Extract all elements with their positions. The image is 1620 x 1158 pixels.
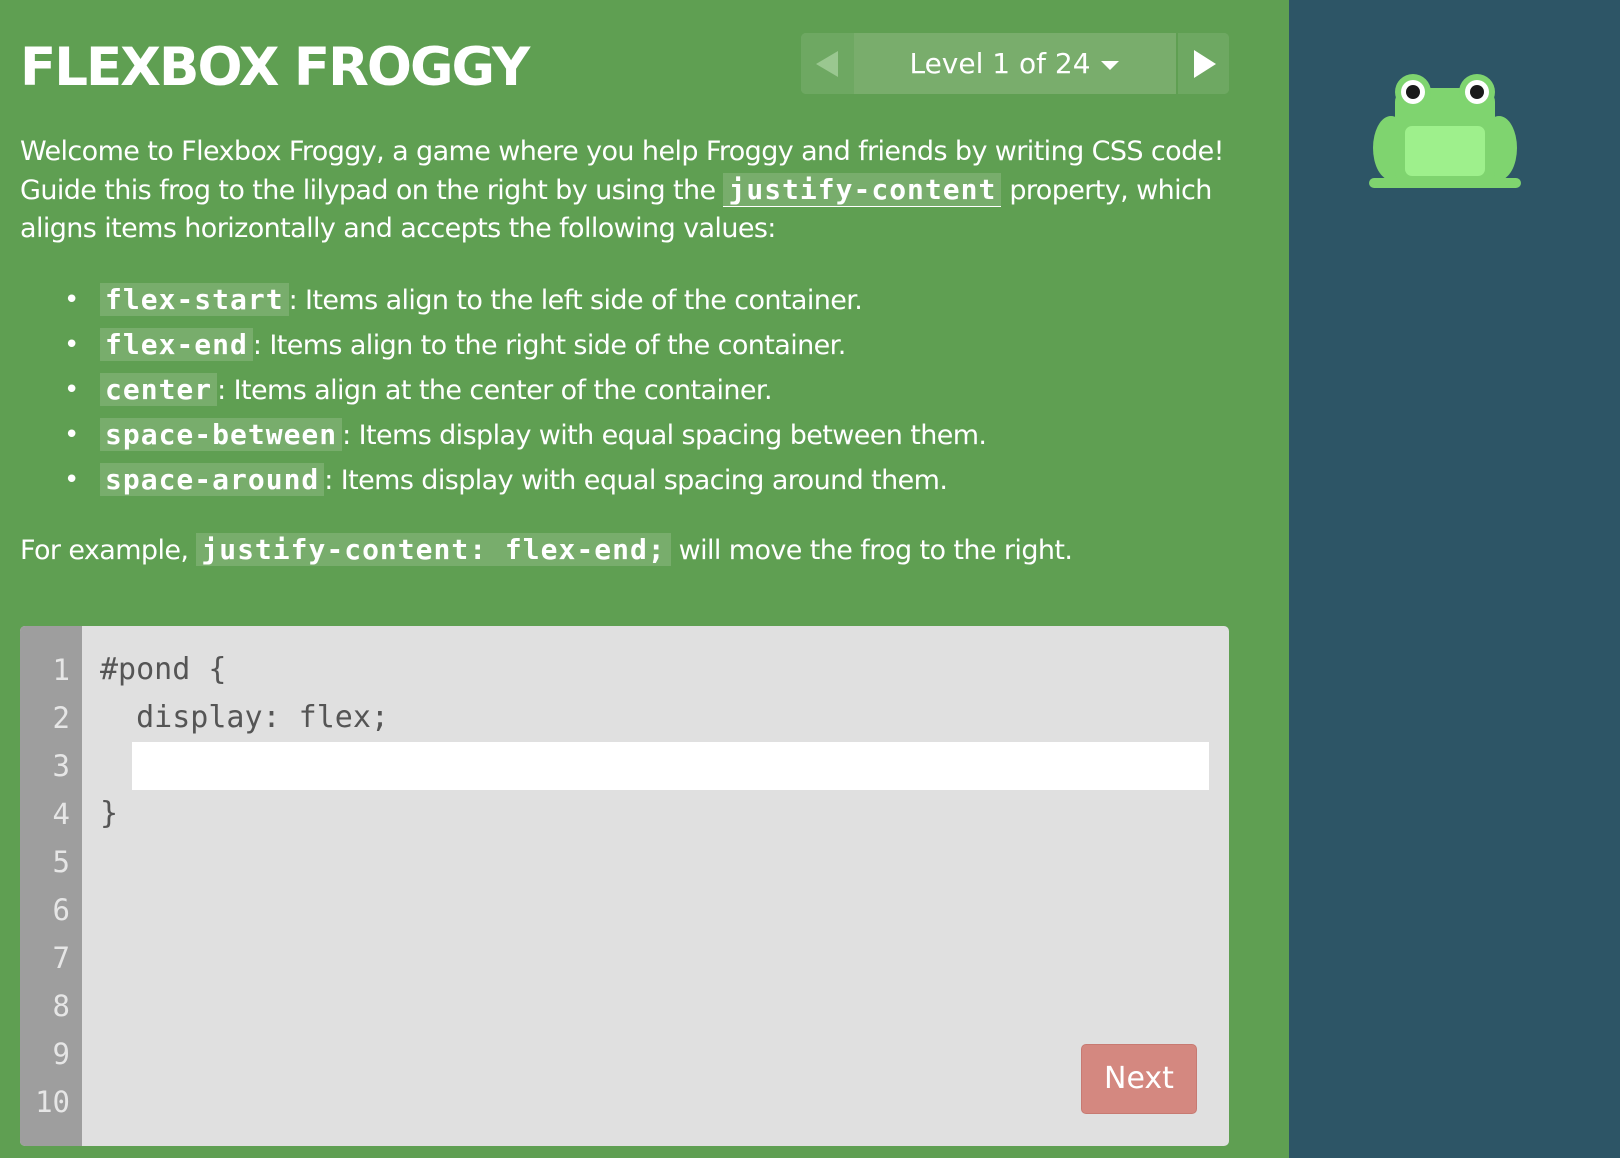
caret-down-icon	[1100, 60, 1119, 70]
triangle-left-icon	[816, 51, 838, 77]
game-title: FLEXBOX FROGGY	[20, 37, 530, 98]
level-navigation: Level 1 of 24	[801, 33, 1229, 94]
line-number: 1	[52, 653, 70, 687]
list-item: • flex-end: Items align to the right side…	[64, 328, 846, 361]
value-name: flex-end	[100, 328, 253, 361]
value-description: : Items display with equal spacing betwe…	[342, 420, 987, 451]
code-line-close-brace: }	[100, 796, 119, 831]
css-editor: 1 2 3 4 5 6 7 8 9 10 #pond { display: fl…	[20, 626, 1229, 1146]
line-number: 3	[52, 749, 70, 783]
value-name: space-around	[100, 463, 325, 496]
next-level-button[interactable]	[1176, 33, 1229, 94]
value-description: : Items align to the left side of the co…	[288, 285, 863, 316]
css-code-input[interactable]	[132, 742, 1209, 790]
value-name: center	[100, 373, 218, 406]
frog-belly	[1405, 126, 1485, 176]
instructions: Welcome to Flexbox Froggy, a game where …	[20, 133, 1250, 570]
line-number: 8	[52, 989, 70, 1023]
next-button[interactable]: Next	[1081, 1044, 1197, 1114]
line-number: 7	[52, 941, 70, 975]
property-link[interactable]: justify-content	[723, 173, 1002, 207]
line-number: 10	[35, 1085, 70, 1119]
value-description: : Items align at the center of the conta…	[217, 375, 772, 406]
value-description: : Items align to the right side of the c…	[252, 330, 846, 361]
example-prefix: For example,	[20, 535, 189, 566]
previous-level-button[interactable]	[801, 33, 854, 94]
example-suffix: will move the frog to the right.	[678, 535, 1073, 566]
list-item: • center: Items align at the center of th…	[64, 373, 773, 406]
line-number: 2	[52, 701, 70, 735]
level-dropdown[interactable]: Level 1 of 24	[854, 33, 1174, 94]
line-number: 4	[52, 797, 70, 831]
line-number-gutter: 1 2 3 4 5 6 7 8 9 10	[20, 626, 82, 1146]
value-description: : Items display with equal spacing aroun…	[324, 465, 948, 496]
level-label: Level 1 of 24	[909, 47, 1091, 80]
list-item: • space-between: Items display with equal…	[64, 418, 987, 451]
value-name: flex-start	[100, 283, 289, 316]
intro-paragraph: Welcome to Flexbox Froggy, a game where …	[20, 133, 1250, 248]
example-paragraph: For example, justify-content: flex-end; …	[20, 531, 1250, 570]
list-item: • flex-start: Items align to the left sid…	[64, 283, 863, 316]
green-frog-icon	[1369, 74, 1521, 188]
line-number: 9	[52, 1037, 70, 1071]
values-list: • flex-start: Items align to the left sid…	[64, 278, 1250, 503]
frog-left-pupil	[1406, 85, 1420, 99]
code-line-selector: #pond {	[100, 652, 227, 687]
frog-right-pupil	[1470, 85, 1484, 99]
list-item: • space-around: Items display with equal …	[64, 463, 948, 496]
example-code: justify-content: flex-end;	[196, 533, 671, 566]
line-number: 5	[52, 845, 70, 879]
sidebar: FLEXBOX FROGGY Level 1 of 24 Welcome to …	[0, 0, 1289, 1158]
line-number: 6	[52, 893, 70, 927]
value-name: space-between	[100, 418, 343, 451]
pond-board	[1289, 0, 1620, 1158]
code-line-display: display: flex;	[100, 700, 389, 735]
triangle-right-icon	[1194, 50, 1216, 78]
